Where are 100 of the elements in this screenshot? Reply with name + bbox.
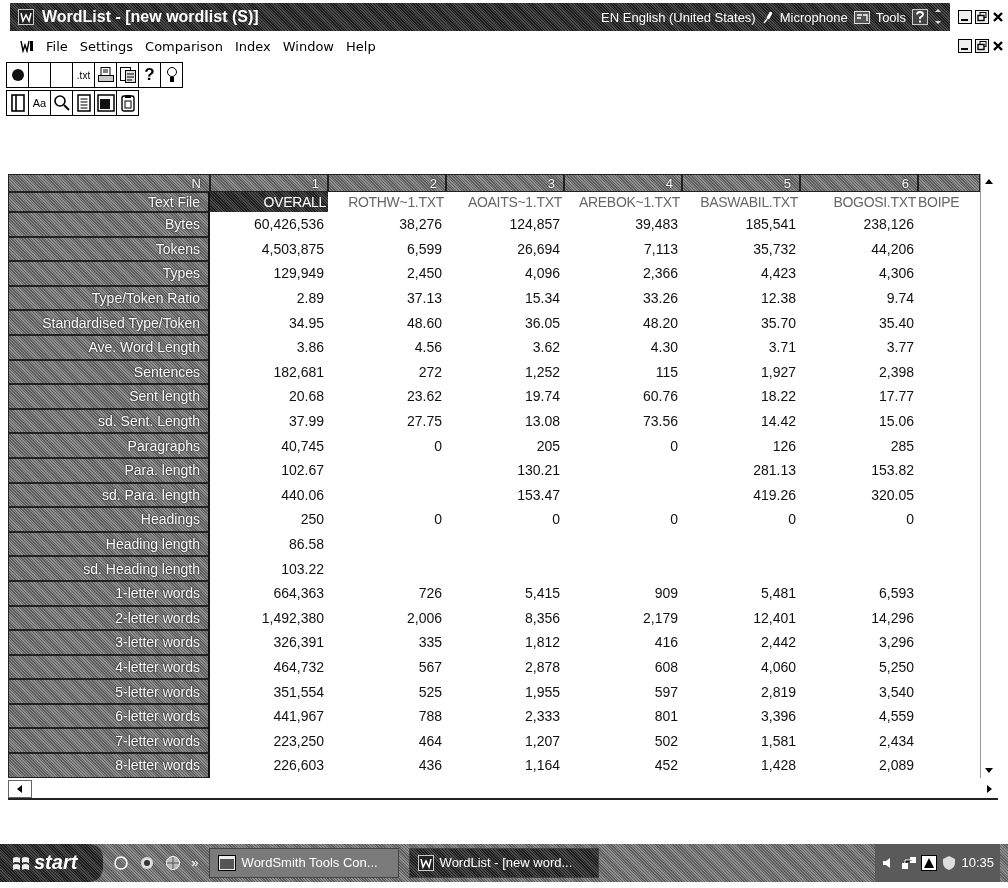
toolbar-button[interactable]: Aa (28, 90, 51, 116)
table-cell-text: 272 (417, 362, 443, 382)
table-cell-text: 182,681 (272, 362, 325, 382)
table-cell-text: 15.06 (877, 412, 915, 432)
toolbar-button[interactable] (50, 90, 73, 116)
table-cell-text: 3,396 (759, 707, 797, 727)
table-cell-text: 34.95 (287, 313, 325, 333)
row-header: Text File (8, 192, 210, 212)
table-cell-text: 1,812 (523, 633, 561, 653)
language-indicator[interactable]: EN English (United States) (601, 9, 756, 25)
printer-icon (96, 66, 115, 84)
menu-item[interactable]: Comparison (145, 38, 223, 54)
table-cell-text: 3.86 (295, 338, 325, 358)
document-menu-icon[interactable] (20, 39, 34, 53)
network-icon[interactable] (901, 854, 918, 871)
table-cell-text: 3.77 (885, 338, 915, 358)
file-name-cell[interactable]: BASWABIL.TXT (682, 192, 800, 212)
table-cell-text: 9.74 (885, 289, 915, 309)
table-cell-text: 35,732 (752, 239, 797, 259)
toolbar-button[interactable] (160, 62, 183, 88)
table-cell-text: 60.76 (641, 387, 679, 407)
table-cell-text: 4,096 (523, 264, 561, 284)
table-cell-text: 6,599 (405, 239, 443, 259)
table-cell-text: 20.68 (287, 387, 325, 407)
toolbar-button[interactable] (6, 90, 29, 116)
toolbar-button[interactable] (94, 90, 117, 116)
table-cell-text: 4,423 (759, 264, 797, 284)
toolbar-button[interactable]: ? (138, 62, 161, 88)
toolbar-button[interactable] (116, 62, 139, 88)
table-cell-text: 4,060 (759, 658, 797, 677)
taskbar-button[interactable]: WordSmith Tools Con... (208, 847, 399, 878)
table-cell-text: 441,967 (272, 707, 325, 727)
toolbar-button[interactable] (6, 62, 29, 88)
table-cell-text: 416 (653, 633, 679, 653)
tools-icon (853, 10, 870, 24)
table-cell-text: 40,745 (280, 436, 325, 456)
table-cell-text: 39,483 (634, 215, 679, 235)
column-header[interactable] (918, 174, 980, 192)
toolbar-button[interactable] (72, 90, 95, 116)
taskbar-button[interactable]: WordList - [new word... (408, 847, 599, 878)
table-cell-text: 36.05 (523, 313, 561, 333)
table-cell-text: 1,252 (523, 362, 561, 382)
options-arrow-icon[interactable] (934, 9, 942, 25)
file-name-cell[interactable]: AREBOK~1.TXT (564, 192, 682, 212)
table-cell-text: 320.05 (870, 485, 915, 505)
toolbar-button[interactable]: .txt (72, 62, 95, 88)
shield-icon[interactable] (941, 854, 958, 871)
tools-button[interactable]: Tools (875, 9, 906, 25)
table-cell-text: 285 (889, 436, 915, 456)
toolbar-button[interactable] (94, 62, 117, 88)
restore-icon[interactable] (975, 10, 989, 24)
table-cell-text: 205 (535, 436, 561, 456)
table-cell-text: 281.13 (752, 461, 797, 481)
globe-icon[interactable] (165, 854, 182, 871)
window-frame-icon (96, 94, 115, 112)
help-icon[interactable] (912, 9, 928, 25)
minimize-icon[interactable] (958, 10, 972, 24)
menu-item[interactable]: Settings (79, 38, 134, 54)
pages-icon (118, 66, 137, 84)
toolbar-button[interactable] (116, 90, 139, 116)
file-name-cell[interactable]: BOGOSI.TXT (800, 192, 918, 212)
column-header[interactable]: N (8, 174, 210, 192)
table-cell-text: 73.56 (641, 412, 679, 432)
search-icon (52, 94, 71, 112)
close-icon[interactable] (992, 10, 1004, 24)
file-name-cell[interactable]: BOIPE (918, 192, 980, 212)
toolbar-button[interactable] (28, 62, 51, 88)
microphone-icon (761, 10, 774, 24)
row-header: 8-letter words (8, 753, 210, 778)
row-header: Sent length (8, 384, 210, 409)
browser-icon[interactable] (139, 854, 156, 871)
menu-item[interactable]: Index (234, 38, 271, 54)
file-name-cell[interactable]: ROTHW~1.TXT (328, 192, 446, 212)
minimize-icon[interactable] (958, 39, 972, 53)
table-cell-text: 464 (417, 731, 443, 751)
menu-item[interactable]: File (46, 38, 68, 54)
row-header: 5-letter words (8, 679, 210, 704)
table-cell-text: 185,541 (744, 215, 797, 235)
table-cell-text: 909 (653, 584, 679, 604)
toolbar-button[interactable] (50, 62, 73, 88)
clock: 10:35 (961, 855, 994, 871)
table-cell-text: 3,540 (877, 682, 915, 702)
microphone-button[interactable]: Microphone (779, 9, 848, 25)
row-header: Tokens (8, 236, 210, 262)
more-button[interactable]: » (191, 855, 199, 871)
row-header: Headings (8, 507, 210, 532)
record-dot-icon (10, 68, 25, 82)
menu-item[interactable]: Help (346, 38, 376, 54)
menu-item[interactable]: Window (282, 38, 334, 54)
column-header[interactable]: 5 (682, 174, 800, 192)
row-header: 4-letter words (8, 654, 210, 680)
close-icon[interactable] (992, 39, 1004, 53)
table-cell-text: 608 (653, 658, 679, 677)
restore-icon[interactable] (975, 39, 989, 53)
app-window-icon (217, 854, 236, 871)
warning-icon[interactable] (921, 854, 938, 871)
file-name-cell[interactable]: AOAITS~1.TXT (446, 192, 564, 212)
table-cell-text: 223,250 (272, 731, 325, 751)
start-button[interactable]: start (0, 843, 104, 882)
file-name-cell[interactable]: OVERALL (210, 192, 328, 212)
